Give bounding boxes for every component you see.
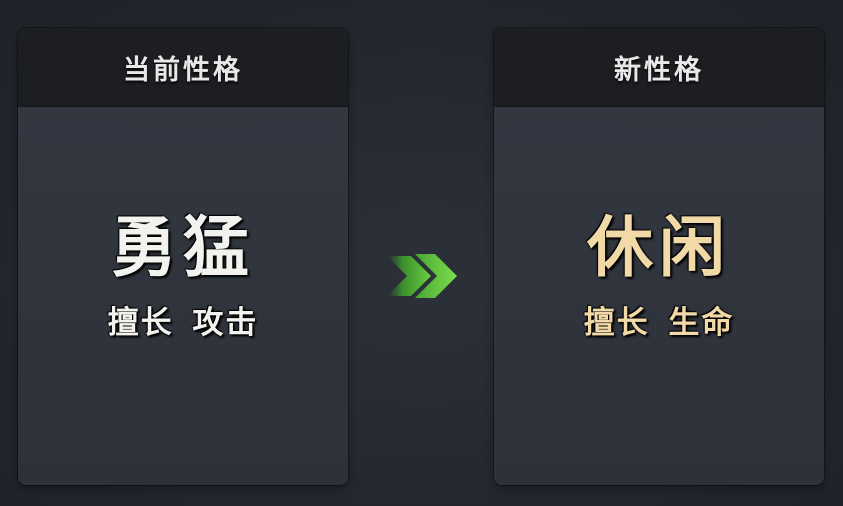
new-personality-panel: 新性格 休闲 擅长 生命 — [494, 28, 824, 485]
current-personality-header: 当前性格 — [18, 28, 348, 107]
double-chevron-right-icon — [387, 254, 457, 298]
new-personality-header: 新性格 — [494, 28, 824, 107]
new-personality-body: 休闲 擅长 生命 — [494, 107, 824, 485]
new-trait-description: 擅长 生命 — [583, 305, 735, 341]
current-personality-title: 当前性格 — [123, 54, 243, 86]
new-trait-name: 休闲 — [587, 208, 731, 286]
current-trait-description: 擅长 攻击 — [107, 305, 259, 341]
current-personality-body: 勇猛 擅长 攻击 — [18, 107, 348, 485]
current-personality-panel: 当前性格 勇猛 擅长 攻击 — [18, 28, 348, 485]
new-personality-title: 新性格 — [614, 54, 704, 86]
current-trait-name: 勇猛 — [111, 208, 255, 286]
